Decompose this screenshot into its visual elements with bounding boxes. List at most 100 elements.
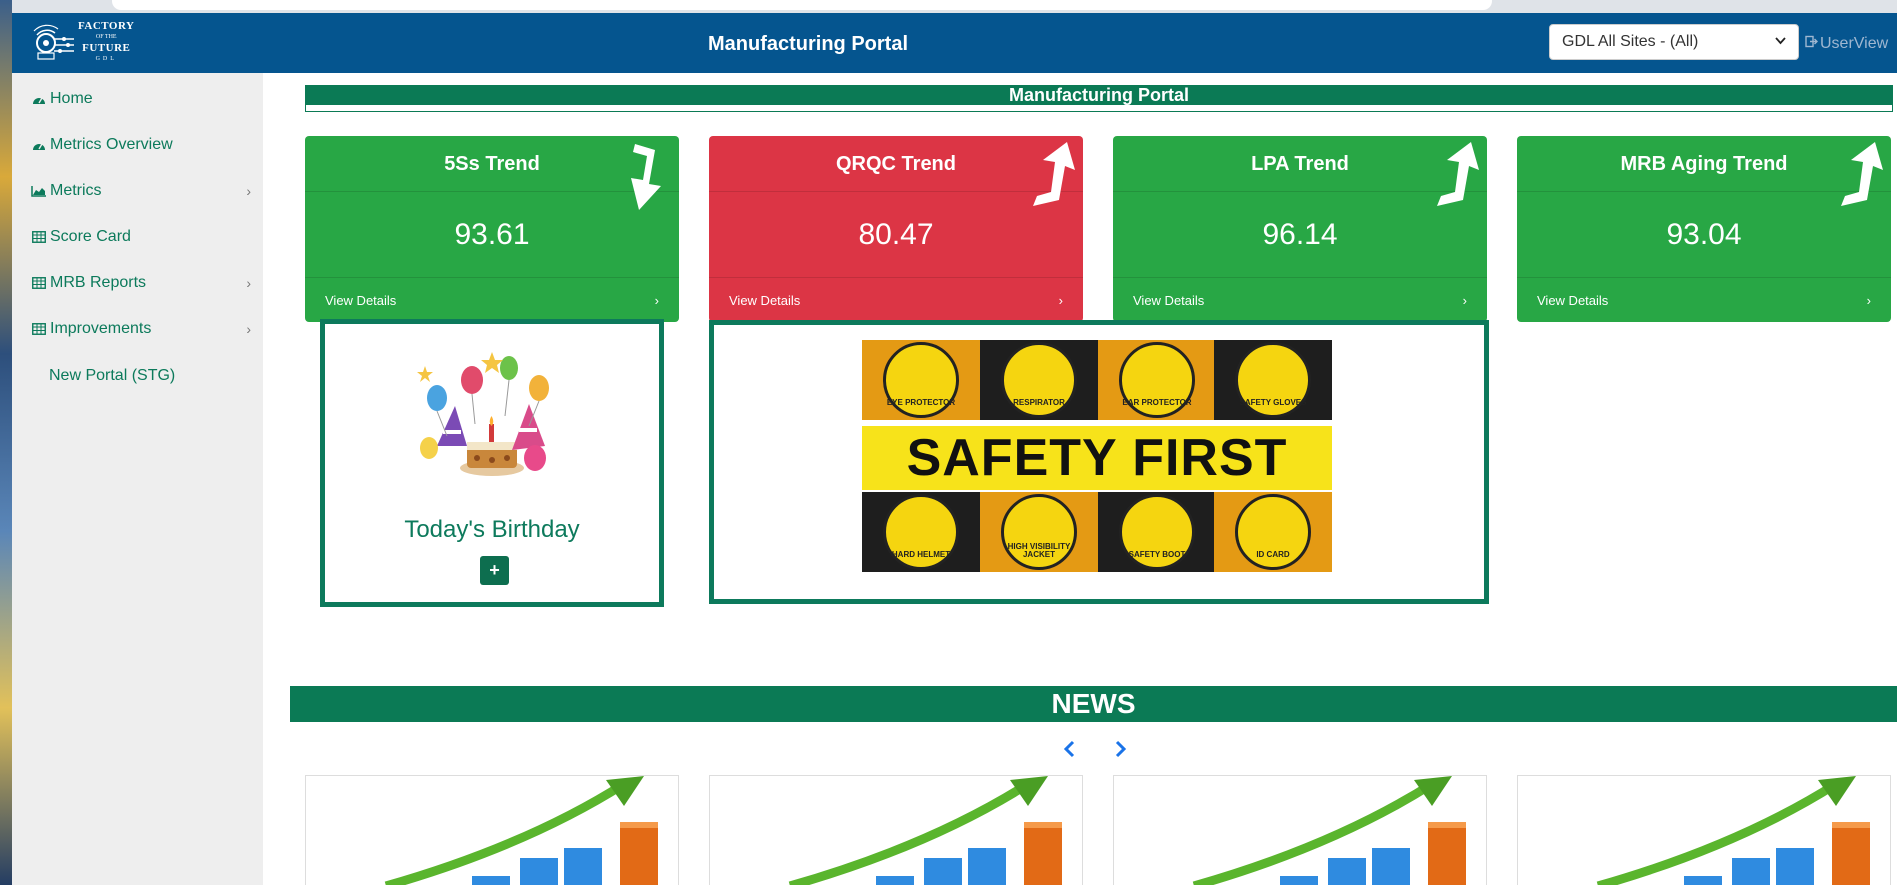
news-card[interactable] [305,775,679,885]
chevron-right-icon: › [246,321,251,337]
chevron-right-icon: › [1866,292,1871,308]
growth-chart-illustration [788,776,1062,885]
card-title: 5Ss Trend [305,136,679,192]
safety-poster-panel: EYE PROTECTOR RESPIRATOR EAR PROTECTOR S… [709,320,1489,604]
kpi-card-qrqc: QRQC Trend 80.47 View Details › [709,136,1083,322]
dashboard-icon [30,91,48,107]
poster-label: ID CARD [1256,550,1290,559]
card-title: MRB Aging Trend [1517,136,1891,192]
desktop-wallpaper [0,0,12,885]
growth-chart-illustration [1192,776,1466,885]
view-details-label: View Details [1537,292,1609,308]
growth-chart-illustration [1596,776,1870,885]
chevron-right-icon: › [246,275,251,291]
safety-boot-icon: SAFETY BOOT [1098,492,1216,572]
poster-label: SAFETY GLOVES [1239,398,1307,407]
plus-icon[interactable]: + [480,556,509,585]
sign-out-icon [1805,35,1818,53]
news-card[interactable] [1113,775,1487,885]
address-bar[interactable] [112,0,1492,10]
app-window: FACTORY OF THE FUTURE GDL Manufacturing … [12,13,1897,885]
sidebar-item-improvements[interactable]: Improvements › [30,314,255,344]
factory-of-the-future-logo[interactable]: FACTORY OF THE FUTURE GDL [32,21,160,65]
browser-chrome [12,0,1897,13]
sidebar-item-home[interactable]: Home [30,84,255,114]
chevron-right-icon: › [1058,292,1063,308]
news-card[interactable] [1517,775,1891,885]
table-icon [30,321,48,337]
sidebar-item-score-card[interactable]: Score Card [30,222,255,252]
news-card[interactable] [709,775,1083,885]
dashboard-icon [30,137,48,153]
safety-first-banner: SAFETY FIRST [862,426,1332,490]
ear-protector-icon: EAR PROTECTOR [1098,340,1216,420]
poster-label: HARD HELMET [891,550,951,559]
sidebar-item-label: Home [50,90,93,107]
poster-label: EYE PROTECTOR [886,398,956,407]
logo-line1: FACTORY [78,20,135,32]
sidebar-item-metrics-overview[interactable]: Metrics Overview [30,130,255,160]
view-details-link[interactable]: View Details › [305,277,679,322]
logo-line4: GDL [95,56,117,62]
news-next-button[interactable] [1111,739,1131,759]
id-card-icon: ID CARD [1214,492,1332,572]
logo-mark-icon [32,23,76,63]
safety-gloves-icon: SAFETY GLOVES [1214,340,1332,420]
poster-label: RESPIRATOR [1013,398,1065,407]
view-details-link[interactable]: View Details › [1113,277,1487,322]
header-title: Manufacturing Portal [708,33,909,55]
card-title: LPA Trend [1113,136,1487,192]
news-prev-button[interactable] [1059,739,1079,759]
card-value: 96.14 [1262,218,1338,251]
safety-first-poster: EYE PROTECTOR RESPIRATOR EAR PROTECTOR S… [862,340,1332,575]
high-visibility-jacket-icon: HIGH VISIBILITY JACKET [980,492,1098,572]
sidebar-item-label: Improvements [50,320,152,337]
poster-label: SAFETY BOOT [1128,550,1186,559]
card-title: QRQC Trend [709,136,1083,192]
poster-label: HIGH VISIBILITY JACKET [1007,542,1071,559]
kpi-card-lpa: LPA Trend 96.14 View Details › [1113,136,1487,322]
sidebar-item-new-portal[interactable]: New Portal (STG) [49,361,274,391]
eye-protector-icon: EYE PROTECTOR [862,340,980,420]
view-details-label: View Details [325,292,397,308]
chevron-down-icon [1775,36,1786,48]
chevron-right-icon: › [654,292,659,308]
card-value: 93.61 [454,218,530,251]
view-details-label: View Details [1133,292,1205,308]
sidebar-item-label: MRB Reports [50,274,147,291]
card-value: 80.47 [858,218,934,251]
chevron-left-icon [1063,740,1075,758]
table-icon [30,275,48,291]
birthday-cake-illustration [417,352,549,476]
respirator-icon: RESPIRATOR [980,340,1098,420]
chevron-right-icon: › [246,183,251,199]
sidebar-item-label: New Portal (STG) [49,367,176,384]
birthday-panel: Today's Birthday + [320,319,664,607]
site-select[interactable]: GDL All Sites - (All) [1549,24,1799,60]
birthday-title: Today's Birthday [404,516,580,543]
userview-link[interactable]: UserView [1805,35,1888,53]
logo-line3: FUTURE [82,42,131,54]
news-header: NEWS [290,686,1897,722]
sidebar-item-label: Score Card [50,228,131,245]
portal-title: Manufacturing Portal [306,86,1892,105]
site-select-value: GDL All Sites - (All) [1562,33,1699,50]
logo-text: FACTORY OF THE FUTURE GDL [78,21,135,65]
poster-label: EAR PROTECTOR [1122,398,1192,407]
view-details-link[interactable]: View Details › [709,277,1083,322]
sidebar-item-label: Metrics Overview [50,136,173,153]
growth-chart-illustration [384,776,658,885]
sidebar-item-metrics[interactable]: Metrics › [30,176,255,206]
view-details-link[interactable]: View Details › [1517,277,1891,322]
chevron-right-icon: › [1462,292,1467,308]
kpi-card-mrb-aging: MRB Aging Trend 93.04 View Details › [1517,136,1891,322]
top-header: FACTORY OF THE FUTURE GDL Manufacturing … [12,13,1897,73]
sidebar-item-mrb-reports[interactable]: MRB Reports › [30,268,255,298]
area-chart-icon [30,183,48,199]
kpi-card-5s: 5Ss Trend 93.61 View Details › [305,136,679,322]
portal-title-band: Manufacturing Portal [305,85,1893,112]
sidebar-item-label: Metrics [50,182,102,199]
userview-label: UserView [1820,35,1889,52]
hard-helmet-icon: HARD HELMET [862,492,980,572]
sidebar: Home Metrics Overview Metrics › Score Ca… [12,73,263,885]
